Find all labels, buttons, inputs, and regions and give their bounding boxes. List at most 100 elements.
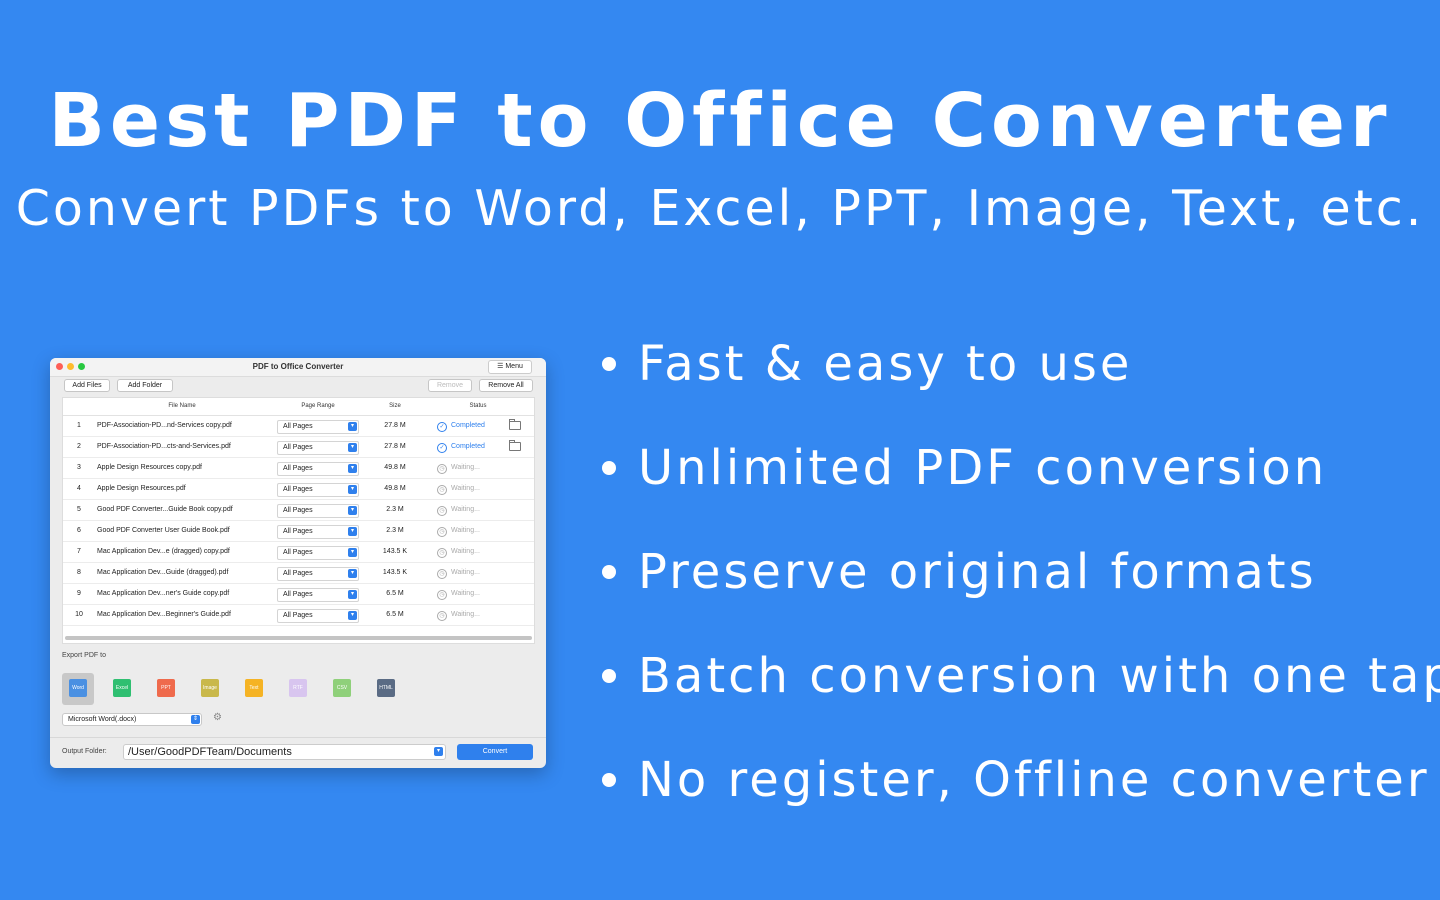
page-range-select[interactable]: All Pages ▾ xyxy=(277,609,359,623)
folder-icon[interactable] xyxy=(509,440,521,451)
page-range-select[interactable]: All Pages ▾ xyxy=(277,441,359,455)
file-size: 27.8 M xyxy=(384,422,406,429)
chevron-down-icon: ▾ xyxy=(434,747,443,756)
table-body: 1 PDF-Association-PD...nd-Services copy.p… xyxy=(63,416,534,626)
feature-item: Batch conversion with one tap xyxy=(594,624,1440,728)
app-window: PDF to Office Converter ☰ Menu Add Files… xyxy=(50,358,546,768)
page-range-select[interactable]: All Pages ▾ xyxy=(277,504,359,518)
table-row[interactable]: 3 Apple Design Resources copy.pdf All Page… xyxy=(63,458,534,479)
chevron-down-icon: ▾ xyxy=(348,590,357,599)
format-option-rtf[interactable]: RTF xyxy=(282,673,314,705)
file-name: Good PDF Converter User Guide Book.pdf xyxy=(97,527,230,534)
convert-button[interactable]: Convert xyxy=(457,744,533,760)
page-range-select[interactable]: All Pages ▾ xyxy=(277,483,359,497)
clock-icon: ◷ xyxy=(437,527,447,537)
table-row[interactable]: 4 Apple Design Resources.pdf All Pages ▾ 49.… xyxy=(63,479,534,500)
table-row[interactable]: 2 PDF-Association-PD...cts-and-Services.p… xyxy=(63,437,534,458)
feature-item: Preserve original formats xyxy=(594,520,1424,624)
table-row[interactable]: 6 Good PDF Converter User Guide Book.pdf A… xyxy=(63,521,534,542)
status-text: Waiting... xyxy=(451,527,480,534)
table-row[interactable]: 9 Mac Application Dev...ner's Guide copy.… xyxy=(63,584,534,605)
page-range-value: All Pages xyxy=(283,486,313,493)
file-name: Apple Design Resources copy.pdf xyxy=(97,464,202,471)
page-range-select[interactable]: All Pages ▾ xyxy=(277,420,359,434)
page-range-select[interactable]: All Pages ▾ xyxy=(277,462,359,476)
page-range-value: All Pages xyxy=(283,423,313,430)
page-range-select[interactable]: All Pages ▾ xyxy=(277,546,359,560)
clock-icon: ◷ xyxy=(437,611,447,621)
word-format-icon: Word xyxy=(69,679,87,697)
file-size: 143.5 K xyxy=(382,569,408,576)
rtf-format-icon: RTF xyxy=(289,679,307,697)
status-badge: ◷ Waiting... xyxy=(437,611,480,621)
status-text: Waiting... xyxy=(451,611,480,618)
format-option-text[interactable]: Text xyxy=(238,673,270,705)
table-row[interactable]: 1 PDF-Association-PD...nd-Services copy.p… xyxy=(63,416,534,437)
status-text: Waiting... xyxy=(451,590,480,597)
page-range-value: All Pages xyxy=(283,528,313,535)
file-size: 49.8 M xyxy=(384,464,406,471)
bullet-icon xyxy=(602,357,616,371)
output-folder-label: Output Folder: xyxy=(62,748,107,755)
check-circle-icon: ✓ xyxy=(437,443,447,453)
format-select[interactable]: Microsoft Word(.docx) ⇕ xyxy=(62,713,202,726)
clock-icon: ◷ xyxy=(437,548,447,558)
format-option-csv[interactable]: CSV xyxy=(326,673,358,705)
status-text: Waiting... xyxy=(451,548,480,555)
add-folder-button[interactable]: Add Folder xyxy=(117,379,173,392)
column-file-name[interactable]: File Name xyxy=(93,403,271,409)
chevron-down-icon: ▾ xyxy=(348,611,357,620)
format-option-ppt[interactable]: PPT xyxy=(150,673,182,705)
chevron-down-icon: ▾ xyxy=(348,569,357,578)
format-option-word[interactable]: Word xyxy=(62,673,94,705)
add-files-button[interactable]: Add Files xyxy=(64,379,110,392)
format-option-image[interactable]: Image xyxy=(194,673,226,705)
row-number: 3 xyxy=(77,464,81,471)
feature-text: Batch conversion with one tap xyxy=(638,648,1440,704)
chevron-down-icon: ▾ xyxy=(348,548,357,557)
file-size: 27.8 M xyxy=(384,443,406,450)
remove-all-button[interactable]: Remove All xyxy=(479,379,533,392)
bullet-icon xyxy=(602,669,616,683)
column-status[interactable]: Status xyxy=(427,403,529,409)
page-range-select[interactable]: All Pages ▾ xyxy=(277,525,359,539)
feature-text: Fast & easy to use xyxy=(638,336,1133,392)
file-name: Mac Application Dev...Beginner's Guide.p… xyxy=(97,611,231,618)
column-size[interactable]: Size xyxy=(365,403,425,409)
export-label: Export PDF to xyxy=(62,652,106,659)
column-page-range[interactable]: Page Range xyxy=(273,403,363,409)
file-name: Good PDF Converter...Guide Book copy.pdf xyxy=(97,506,233,513)
gear-icon[interactable]: ⚙ xyxy=(213,712,222,723)
status-text: Waiting... xyxy=(451,569,480,576)
subheadline: Convert PDFs to Word, Excel, PPT, Image,… xyxy=(15,180,1425,237)
page-range-value: All Pages xyxy=(283,507,313,514)
page-range-select[interactable]: All Pages ▾ xyxy=(277,567,359,581)
status-text: Waiting... xyxy=(451,485,480,492)
row-number: 9 xyxy=(77,590,81,597)
folder-icon[interactable] xyxy=(509,419,521,430)
output-folder-select[interactable]: /User/GoodPDFTeam/Documents ▾ xyxy=(123,744,446,760)
row-number: 7 xyxy=(77,548,81,555)
status-badge: ◷ Waiting... xyxy=(437,569,480,579)
status-badge: ✓ Completed xyxy=(437,422,485,432)
menu-button[interactable]: ☰ Menu xyxy=(488,360,532,374)
feature-item: Unlimited PDF conversion xyxy=(594,416,1424,520)
row-number: 6 xyxy=(77,527,81,534)
format-option-excel[interactable]: Excel xyxy=(106,673,138,705)
page-range-select[interactable]: All Pages ▾ xyxy=(277,588,359,602)
file-size: 2.3 M xyxy=(386,527,404,534)
html-format-icon: HTML xyxy=(377,679,395,697)
format-option-html[interactable]: HTML xyxy=(370,673,402,705)
table-row[interactable]: 10 Mac Application Dev...Beginner's Guide… xyxy=(63,605,534,626)
excel-format-icon: Excel xyxy=(113,679,131,697)
table-row[interactable]: 8 Mac Application Dev...Guide (dragged).p… xyxy=(63,563,534,584)
page-range-value: All Pages xyxy=(283,612,313,619)
title-bar: PDF to Office Converter ☰ Menu xyxy=(50,358,546,377)
status-text: Waiting... xyxy=(451,506,480,513)
remove-button[interactable]: Remove xyxy=(428,379,472,392)
horizontal-scrollbar[interactable] xyxy=(65,636,532,640)
clock-icon: ◷ xyxy=(437,464,447,474)
csv-format-icon: CSV xyxy=(333,679,351,697)
table-row[interactable]: 7 Mac Application Dev...e (dragged) copy.… xyxy=(63,542,534,563)
table-row[interactable]: 5 Good PDF Converter...Guide Book copy.pd… xyxy=(63,500,534,521)
